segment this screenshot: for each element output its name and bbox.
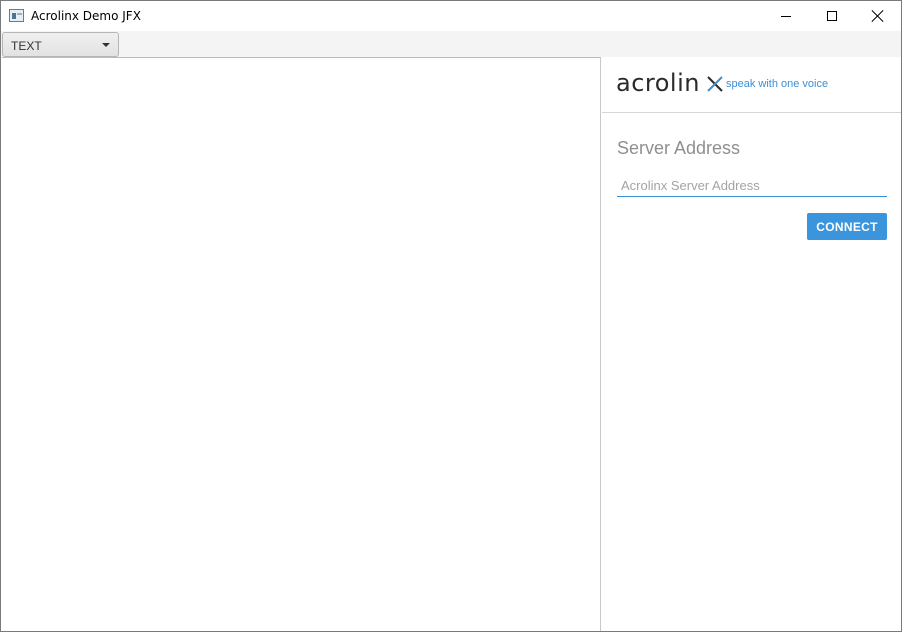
minimize-icon	[781, 15, 791, 17]
chevron-down-icon	[102, 43, 110, 47]
window-title: Acrolinx Demo JFX	[31, 9, 141, 23]
app-window-icon	[9, 9, 24, 22]
toolbar: TEXT	[1, 31, 901, 57]
text-editor-area[interactable]	[2, 57, 601, 631]
logo-header: acrolin speak with one voice	[602, 57, 901, 113]
maximize-icon	[827, 11, 837, 21]
server-address-input[interactable]	[617, 174, 887, 197]
acrolinx-logo-text: acrolin	[616, 69, 700, 97]
maximize-button[interactable]	[809, 1, 855, 31]
server-address-heading: Server Address	[617, 138, 741, 158]
close-icon	[872, 10, 884, 22]
connect-button[interactable]: CONNECT	[807, 213, 887, 240]
acrolinx-sidebar: acrolin speak with one voice Server Addr…	[602, 57, 901, 631]
mode-dropdown-value: TEXT	[11, 39, 42, 53]
acrolinx-x-logo-icon	[707, 76, 723, 92]
app-window: Acrolinx Demo JFX TEXT acrolin speak wit…	[0, 0, 902, 632]
minimize-button[interactable]	[763, 1, 809, 31]
mode-dropdown[interactable]: TEXT	[2, 32, 119, 57]
logo-tagline: speak with one voice	[726, 78, 829, 90]
close-button[interactable]	[855, 1, 901, 31]
title-bar[interactable]: Acrolinx Demo JFX	[1, 1, 901, 31]
